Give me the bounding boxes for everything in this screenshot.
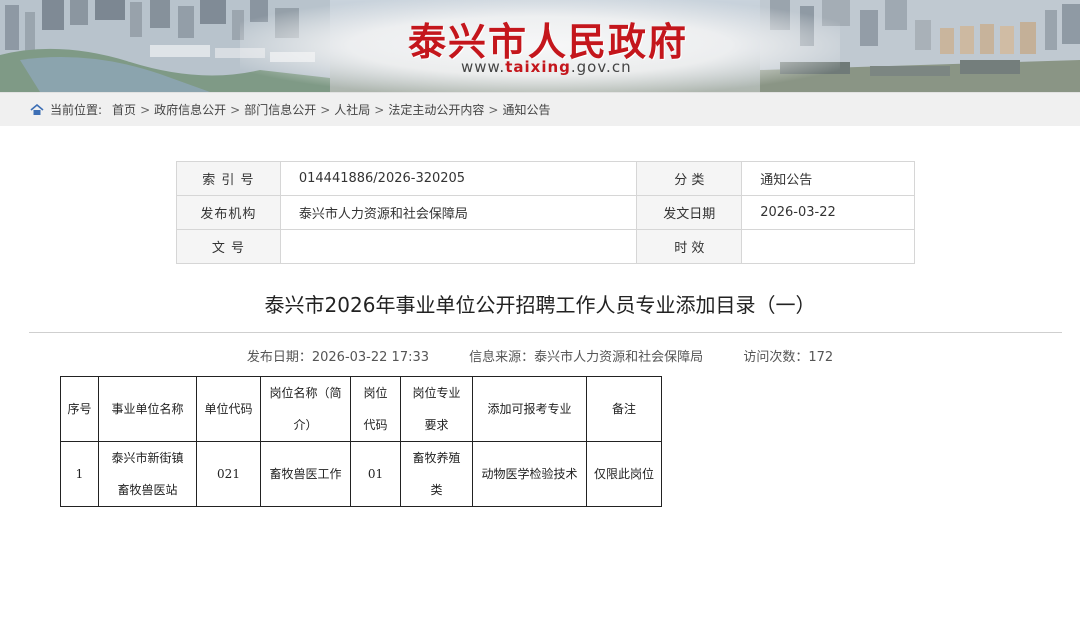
- meta-row: 发布机构 泰兴市人力资源和社会保障局 发文日期 2026-03-22: [176, 195, 915, 230]
- home-icon: [30, 103, 44, 115]
- meta-row: 文 号 时 效: [176, 229, 915, 264]
- index-number-label: 索 引 号: [176, 161, 281, 196]
- cell-post-code: 01: [350, 441, 401, 507]
- view-count: 访问次数：172: [743, 350, 834, 365]
- document-meta-table: 索 引 号 014441886/2026-320205 分 类 通知公告 发布机…: [176, 161, 915, 264]
- breadcrumb-hr-bureau[interactable]: 人社局: [334, 101, 370, 118]
- category-value: 通知公告: [741, 161, 915, 196]
- header-cell-post-code: 岗位 代码: [350, 376, 401, 442]
- cell-unit-code: 021: [196, 441, 261, 507]
- header-cell-remark: 备注: [586, 376, 662, 442]
- title-divider: [29, 332, 1062, 333]
- recruitment-table: 序号 事业单位名称 单位代码 岗位名称（简 介） 岗位 代码 岗位专业 要求 添加可报…: [60, 376, 662, 507]
- category-label: 分 类: [636, 161, 743, 196]
- breadcrumb: 当前位置: 首页 > 政府信息公开 > 部门信息公开 > 人社局 > 法定主动公…: [0, 92, 1080, 126]
- issue-date-label: 发文日期: [636, 195, 743, 230]
- info-source: 信息来源：泰兴市人力资源和社会保障局: [469, 350, 704, 365]
- publish-date: 发布日期：2026-03-22 17:33: [246, 350, 430, 365]
- issue-date-value: 2026-03-22: [741, 195, 915, 230]
- breadcrumb-separator: >: [374, 102, 385, 117]
- cell-post-name: 畜牧兽医工作: [260, 441, 351, 507]
- cell-unit-name: 泰兴市新街镇 畜牧兽医站: [98, 441, 197, 507]
- index-number-value: 014441886/2026-320205: [279, 161, 638, 196]
- meta-row: 索 引 号 014441886/2026-320205 分 类 通知公告: [176, 161, 915, 196]
- breadcrumb-separator: >: [230, 102, 241, 117]
- header-banner: 泰兴市人民政府 www.taixing.gov.cn: [0, 0, 1080, 92]
- breadcrumb-separator: >: [140, 102, 151, 117]
- publisher-label: 发布机构: [176, 195, 281, 230]
- breadcrumb-gov-info[interactable]: 政府信息公开: [154, 101, 226, 118]
- site-url: www.taixing.gov.cn: [461, 58, 632, 76]
- validity-label: 时 效: [636, 229, 743, 264]
- breadcrumb-separator: >: [488, 102, 499, 117]
- publish-info: 发布日期：2026-03-22 17:33 信息来源：泰兴市人力资源和社会保障局…: [0, 346, 1080, 365]
- table-row: 1 泰兴市新街镇 畜牧兽医站 021 畜牧兽医工作 01 畜牧养殖类 动物医学检验…: [60, 441, 662, 507]
- article-title: 泰兴市2026年事业单位公开招聘工作人员专业添加目录（一）: [264, 293, 816, 317]
- validity-value: [741, 229, 915, 264]
- doc-number-value: [279, 229, 638, 264]
- header-cell-unit-code: 单位代码: [196, 376, 261, 442]
- header-cell-seq: 序号: [60, 376, 99, 442]
- header-cell-unit-name: 事业单位名称: [98, 376, 197, 442]
- breadcrumb-label: 当前位置:: [50, 103, 103, 117]
- breadcrumb-separator: >: [320, 102, 331, 117]
- cell-added-major: 动物医学检验技术: [472, 441, 587, 507]
- breadcrumb-notices[interactable]: 通知公告: [502, 101, 550, 118]
- cell-seq: 1: [60, 441, 99, 507]
- cell-major-req: 畜牧养殖类: [400, 441, 473, 507]
- breadcrumb-statutory[interactable]: 法定主动公开内容: [388, 101, 484, 118]
- header-cell-major-req: 岗位专业 要求: [400, 376, 473, 442]
- breadcrumb-dept-info[interactable]: 部门信息公开: [244, 101, 316, 118]
- publisher-value: 泰兴市人力资源和社会保障局: [279, 195, 638, 230]
- header-cell-added-major: 添加可报考专业: [472, 376, 587, 442]
- table-header-row: 序号 事业单位名称 单位代码 岗位名称（简 介） 岗位 代码 岗位专业 要求 添加可报…: [60, 376, 662, 442]
- cell-remark: 仅限此岗位: [586, 441, 662, 507]
- breadcrumb-home[interactable]: 首页: [112, 101, 136, 118]
- header-cell-post-name: 岗位名称（简 介）: [260, 376, 351, 442]
- doc-number-label: 文 号: [176, 229, 281, 264]
